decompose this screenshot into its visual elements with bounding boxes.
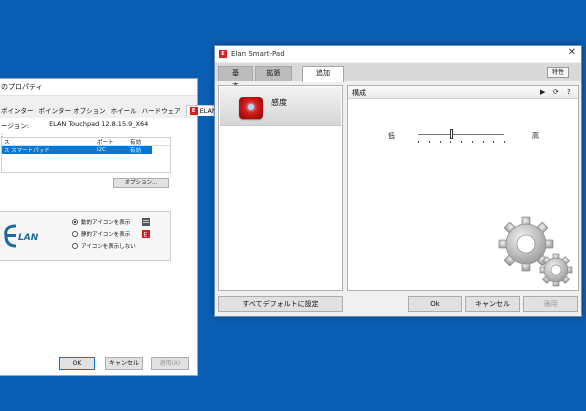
list-item-label: 感度 [271, 98, 287, 107]
reset-icon[interactable]: ⟳ [553, 88, 559, 96]
radio-dynamic-icon[interactable]: 動的アイコンを表示 [72, 218, 130, 226]
smartpad-tabbar: 基本 拡張 追加 特性 [215, 63, 581, 90]
slider-tick [461, 141, 462, 143]
tab-pointer-options[interactable]: ポインター オプション [39, 105, 106, 115]
device-table-header: ス ポート 有効 [2, 138, 170, 146]
options-button[interactable]: オプション... [113, 178, 169, 188]
device-port: I2C [97, 147, 106, 153]
mouse-properties-window: のプロパティ ポインター ポインター オプション ホイール ハードウェア E E… [0, 78, 221, 376]
tab-pointer[interactable]: ポインター [1, 105, 34, 115]
slider-low-label: 低 [388, 132, 395, 140]
properties-tabs: ポインター ポインター オプション ホイール ハードウェア E ELAN [0, 96, 221, 118]
play-icon[interactable]: ▶ [540, 88, 545, 96]
radio-label: アイコンを表示しない [81, 244, 136, 250]
tray-icon-panel: LAN 動的アイコンを表示 静的アイコンを表示 アイコンを表示しない E [0, 211, 171, 261]
ok-button[interactable]: Ok [408, 296, 462, 312]
elan-smartpad-window: E Elan Smart-Pad ✕ 基本 拡張 追加 特性 感度 構成 ▶ ⟳… [214, 45, 582, 317]
slider-tick [493, 141, 495, 143]
radio-no-icon[interactable]: アイコンを表示しない [72, 242, 136, 250]
configuration-title: 構成 [352, 89, 366, 97]
slider-high-label: 高 [532, 132, 539, 140]
slider-tick [428, 141, 430, 143]
elan-tab-content: ージョン: ELAN Touchpad 12.8.15.9_X64 : ス ポー… [0, 118, 197, 375]
col-port: ポート [97, 139, 114, 146]
cancel-button[interactable]: キャンセル [105, 357, 143, 370]
device-table: ス ポート 有効 ス スマートパッド I2C 有効 [1, 137, 171, 173]
radio-label: 動的アイコンを表示 [81, 220, 131, 226]
radio-static-icon[interactable]: 静的アイコンを表示 [72, 230, 130, 238]
apply-button[interactable]: 適用(A) [151, 357, 189, 370]
properties-button[interactable]: 特性 [546, 67, 569, 78]
elan-icon: E [189, 106, 198, 115]
smartpad-titlebar: E Elan Smart-Pad ✕ [215, 46, 581, 62]
gear-icon [498, 216, 573, 287]
svg-text:E: E [144, 232, 148, 239]
col-device: ス [4, 139, 10, 146]
version-label: ージョン: [1, 122, 30, 130]
slider-tick [450, 141, 452, 143]
slider-tick [504, 141, 505, 143]
slider-tick [471, 141, 473, 143]
feature-list: 感度 [218, 85, 343, 291]
apply-button[interactable]: 適用 [523, 296, 578, 312]
device-name: ス スマートパッド [4, 148, 50, 154]
tab-hardware[interactable]: ハードウェア [142, 105, 181, 115]
configuration-header: 構成 ▶ ⟳ ? [348, 86, 578, 99]
list-item-sensitivity[interactable]: 感度 [220, 87, 341, 126]
restore-defaults-button[interactable]: すべてデフォルトに設定 [218, 296, 343, 312]
close-icon[interactable]: ✕ [568, 48, 576, 58]
configuration-panel: 構成 ▶ ⟳ ? 低 高 [347, 85, 579, 291]
dynamic-tray-icon [142, 218, 150, 226]
version-row: ージョン: ELAN Touchpad 12.8.15.9_X64 [1, 120, 148, 130]
tab-additional[interactable]: 追加 [302, 66, 344, 82]
sensitivity-slider-thumb[interactable] [449, 129, 453, 139]
elan-icon: E [219, 50, 227, 58]
cancel-button[interactable]: キャンセル [465, 296, 520, 312]
ok-button[interactable]: OK [59, 357, 95, 370]
radio-dot [72, 219, 78, 225]
version-value: ELAN Touchpad 12.8.15.9_X64 [49, 120, 149, 128]
radio-label: 静的アイコンを表示 [81, 232, 131, 238]
tab-extended[interactable]: 拡張 [255, 66, 292, 81]
sensitivity-icon [239, 97, 263, 119]
static-tray-icon: E [142, 230, 150, 238]
help-icon[interactable]: ? [567, 88, 571, 96]
radio-dot [72, 243, 78, 249]
elan-logo-text: LAN [18, 233, 39, 243]
tab-basic[interactable]: 基本 [218, 66, 253, 90]
slider-tick [418, 141, 419, 143]
radio-dot [72, 231, 78, 237]
table-row[interactable]: ス スマートパッド I2C 有効 [2, 146, 152, 154]
properties-title: のプロパティ [0, 79, 197, 96]
window-title: Elan Smart-Pad [231, 50, 285, 58]
device-enabled: 有効 [130, 148, 142, 154]
elan-logo-icon: LAN [4, 224, 39, 248]
slider-tick [482, 141, 484, 143]
slider-tick [439, 141, 441, 143]
tab-wheel[interactable]: ホイール [111, 105, 137, 115]
sensitivity-slider-track[interactable] [418, 134, 504, 135]
col-enabled: 有効 [130, 139, 142, 146]
